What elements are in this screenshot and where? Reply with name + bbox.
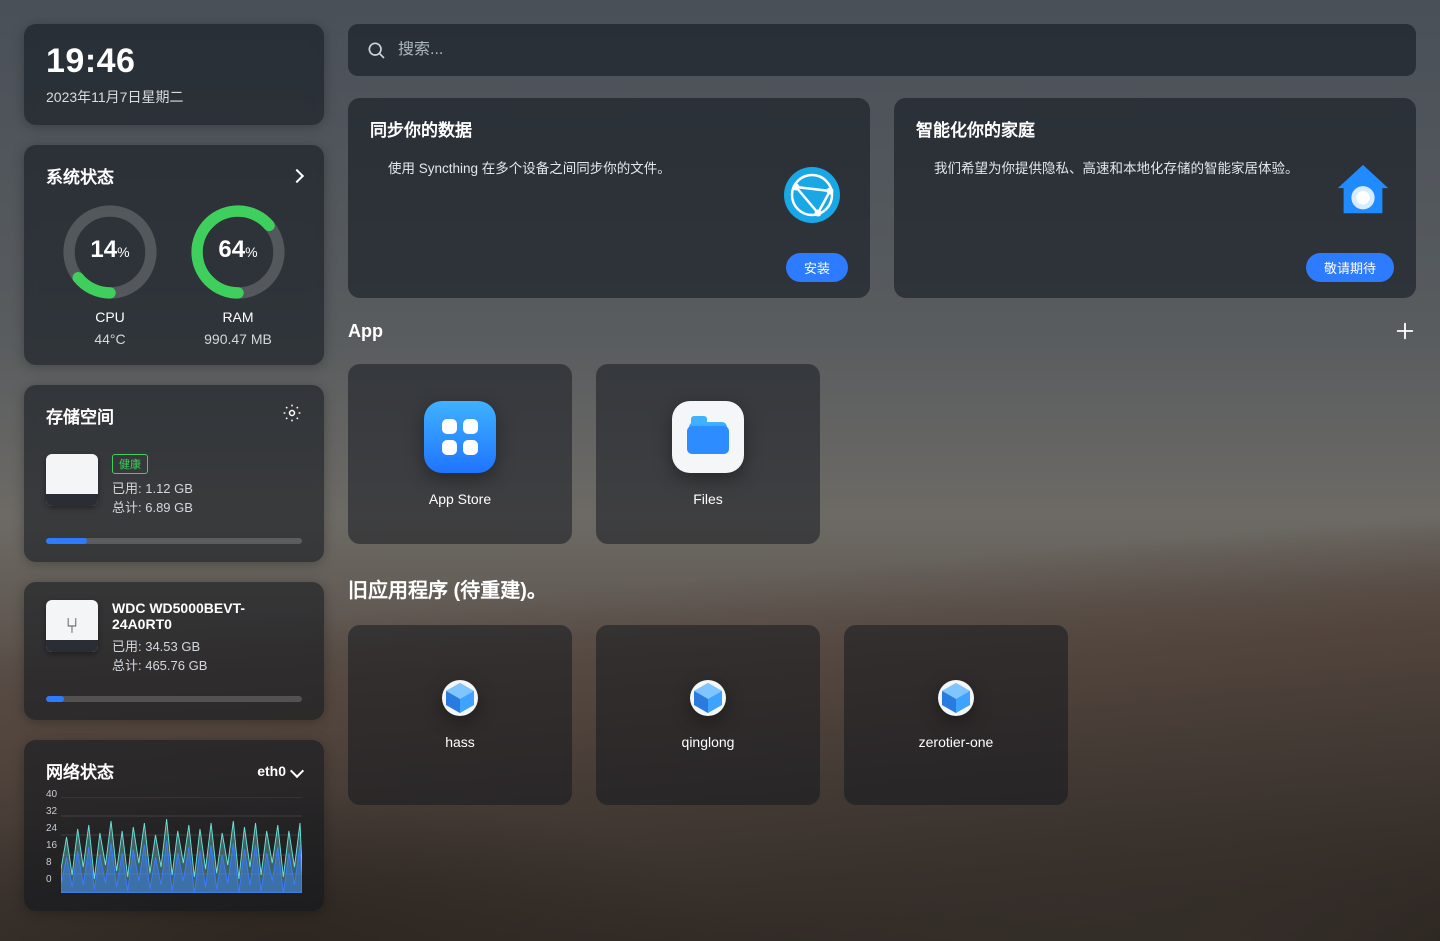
apps-section-title: App [348,321,383,342]
drive-bar [46,538,302,544]
container-icon [442,680,478,716]
app-tile-hass[interactable]: hass [348,625,572,805]
health-badge: 健康 [112,454,148,474]
usb-drive-icon [46,600,98,652]
drive-bar [46,696,302,702]
app-label: Files [693,491,723,507]
cpu-temp: 44°C [60,331,160,347]
syncthing-icon [776,159,848,231]
promo-title: 同步你的数据 [370,116,848,141]
network-iface-select[interactable]: eth0 [257,763,302,779]
system-status-title: 系统状态 [46,163,114,188]
smart-home-icon [1332,159,1394,221]
ram-percent: 64 [218,236,245,263]
gear-icon[interactable] [282,403,302,428]
app-tile-appstore[interactable]: App Store [348,364,572,544]
cpu-gauge: 14% CPU 44°C [60,202,160,347]
app-label: qinglong [682,734,735,750]
app-tile-qinglong[interactable]: qinglong [596,625,820,805]
network-y-axis: 4032241680 [46,789,57,885]
app-label: App Store [429,491,491,507]
drive-used: 已用: 1.12 GB [112,478,302,497]
cpu-label: CPU [60,309,160,325]
app-label: zerotier-one [919,734,994,750]
network-chart [61,797,302,893]
clock-time: 19:46 [46,42,302,81]
chevron-down-icon [290,763,304,777]
search-icon [366,40,386,60]
system-status-widget[interactable]: 系统状态 14% CPU 44°C [24,145,324,365]
drive-name: WDC WD5000BEVT-24A0RT0 [112,600,302,632]
search-input[interactable] [398,41,1398,59]
storage-title: 存储空间 [46,403,114,428]
files-icon [672,401,744,473]
network-title: 网络状态 [46,758,114,783]
ram-gauge: 64% RAM 990.47 MB [188,202,288,347]
drive-total: 总计: 6.89 GB [112,497,302,516]
promo-desc: 使用 Syncthing 在多个设备之间同步你的文件。 [370,159,760,180]
network-iface: eth0 [257,763,286,779]
drive-used: 已用: 34.53 GB [112,636,302,655]
cpu-percent: 14 [90,236,117,263]
app-tile-zerotier[interactable]: zerotier-one [844,625,1068,805]
install-button[interactable]: 安装 [786,253,848,282]
container-icon [690,680,726,716]
search-bar[interactable] [348,24,1416,76]
app-label: hass [445,734,475,750]
internal-drive-icon [46,454,98,506]
legacy-section-title: 旧应用程序 (待重建)。 [348,574,1416,603]
network-widget: 网络状态 eth0 4032241680 [24,740,324,911]
drive-total: 总计: 465.76 GB [112,655,302,674]
clock-date: 2023年11月7日星期二 [46,87,302,107]
coming-soon-button[interactable]: 敬请期待 [1306,253,1394,282]
app-tile-files[interactable]: Files [596,364,820,544]
container-icon [938,680,974,716]
storage-widget: 存储空间 健康 已用: 1.12 GB 总计: 6.89 GB [24,385,324,562]
promo-desc: 我们希望为你提供隐私、高速和本地化存储的智能家居体验。 [916,159,1316,180]
appstore-icon [424,401,496,473]
drive-row[interactable]: 健康 已用: 1.12 GB 总计: 6.89 GB [46,454,302,516]
promo-sync: 同步你的数据 使用 Syncthing 在多个设备之间同步你的文件。 安装 [348,98,870,298]
clock-widget: 19:46 2023年11月7日星期二 [24,24,324,125]
ram-used: 990.47 MB [188,331,288,347]
chevron-right-icon[interactable] [290,168,304,182]
storage-widget-usb: WDC WD5000BEVT-24A0RT0 已用: 34.53 GB 总计: … [24,582,324,720]
promo-title: 智能化你的家庭 [916,116,1394,141]
add-app-button[interactable] [1394,320,1416,342]
promo-home: 智能化你的家庭 我们希望为你提供隐私、高速和本地化存储的智能家居体验。 敬请期待 [894,98,1416,298]
drive-row[interactable]: WDC WD5000BEVT-24A0RT0 已用: 34.53 GB 总计: … [46,600,302,674]
ram-label: RAM [188,309,288,325]
